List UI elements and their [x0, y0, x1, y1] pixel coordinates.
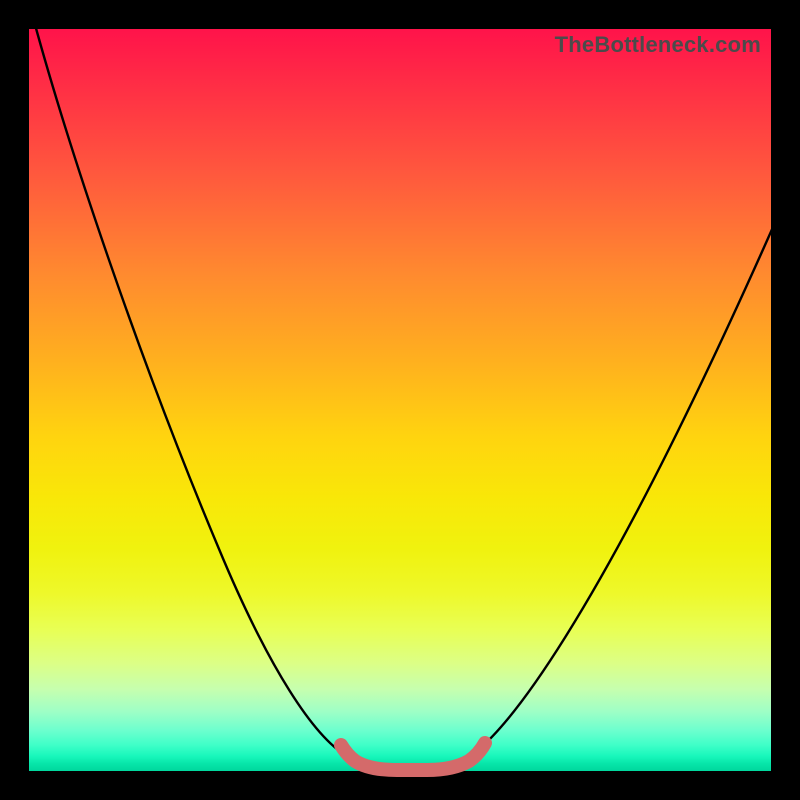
- plot-area: TheBottleneck.com: [29, 29, 771, 771]
- bottleneck-curve: [29, 29, 771, 771]
- curve-path: [34, 21, 781, 769]
- chart-frame: TheBottleneck.com: [0, 0, 800, 800]
- optimal-segment: [341, 743, 485, 770]
